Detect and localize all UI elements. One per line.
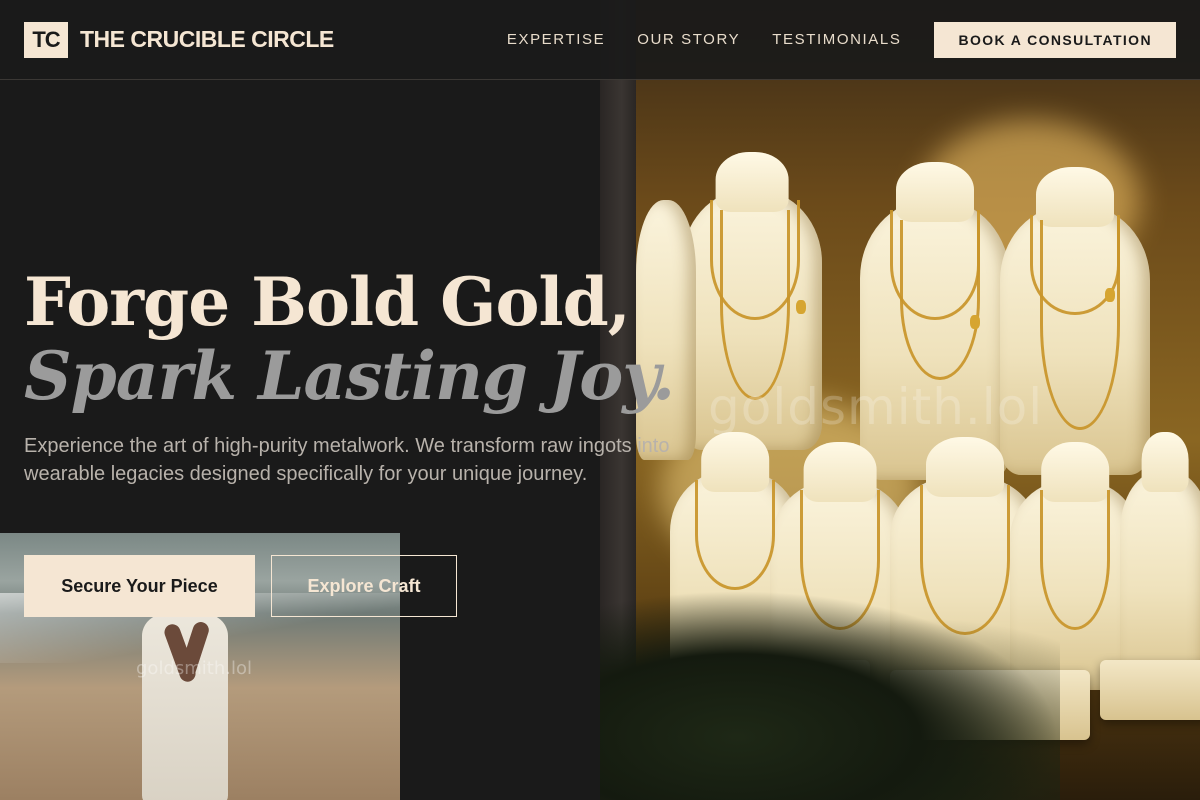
gold-chain — [900, 220, 980, 380]
nav-link-our-story[interactable]: OUR STORY — [637, 31, 740, 48]
hero-description: Experience the art of high-purity metalw… — [24, 435, 670, 485]
nav-links: EXPERTISE OUR STORY TESTIMONIALS — [507, 31, 902, 48]
brand-name: THE CRUCIBLE CIRCLE — [80, 26, 334, 52]
nav-link-testimonials[interactable]: TESTIMONIALS — [772, 31, 901, 48]
hero-title-line-2: Spark Lasting Joy. — [24, 337, 675, 415]
gold-chain — [1040, 220, 1120, 430]
hero-cta-group: Secure Your Piece Explore Craft — [24, 555, 457, 617]
gold-chain — [720, 210, 790, 400]
pendant — [796, 300, 806, 314]
hero-title-line-1: Forge Bold Gold, — [24, 263, 631, 341]
ring-tray — [1100, 660, 1200, 720]
explore-craft-button[interactable]: Explore Craft — [271, 555, 457, 617]
secure-your-piece-button[interactable]: Secure Your Piece — [24, 555, 255, 617]
hero-headline: Forge Bold Gold, Spark Lasting Joy. — [24, 266, 724, 414]
watermark-text: goldsmith.lol — [136, 658, 252, 679]
top-navbar: TC THE CRUCIBLE CIRCLE EXPERTISE OUR STO… — [0, 0, 1200, 80]
brand-monogram: TC — [24, 21, 68, 58]
gold-chain — [695, 480, 775, 590]
brand-logo[interactable]: TC THE CRUCIBLE CIRCLE — [24, 21, 334, 58]
foreground-foliage — [600, 590, 1060, 800]
book-consultation-button[interactable]: BOOK A CONSULTATION — [934, 21, 1176, 58]
necklace-bust — [1120, 432, 1200, 690]
watermark-text: goldsmith.lol — [708, 378, 1044, 436]
nav-link-expertise[interactable]: EXPERTISE — [507, 31, 605, 48]
pendant — [1105, 288, 1115, 302]
pendant — [970, 315, 980, 329]
